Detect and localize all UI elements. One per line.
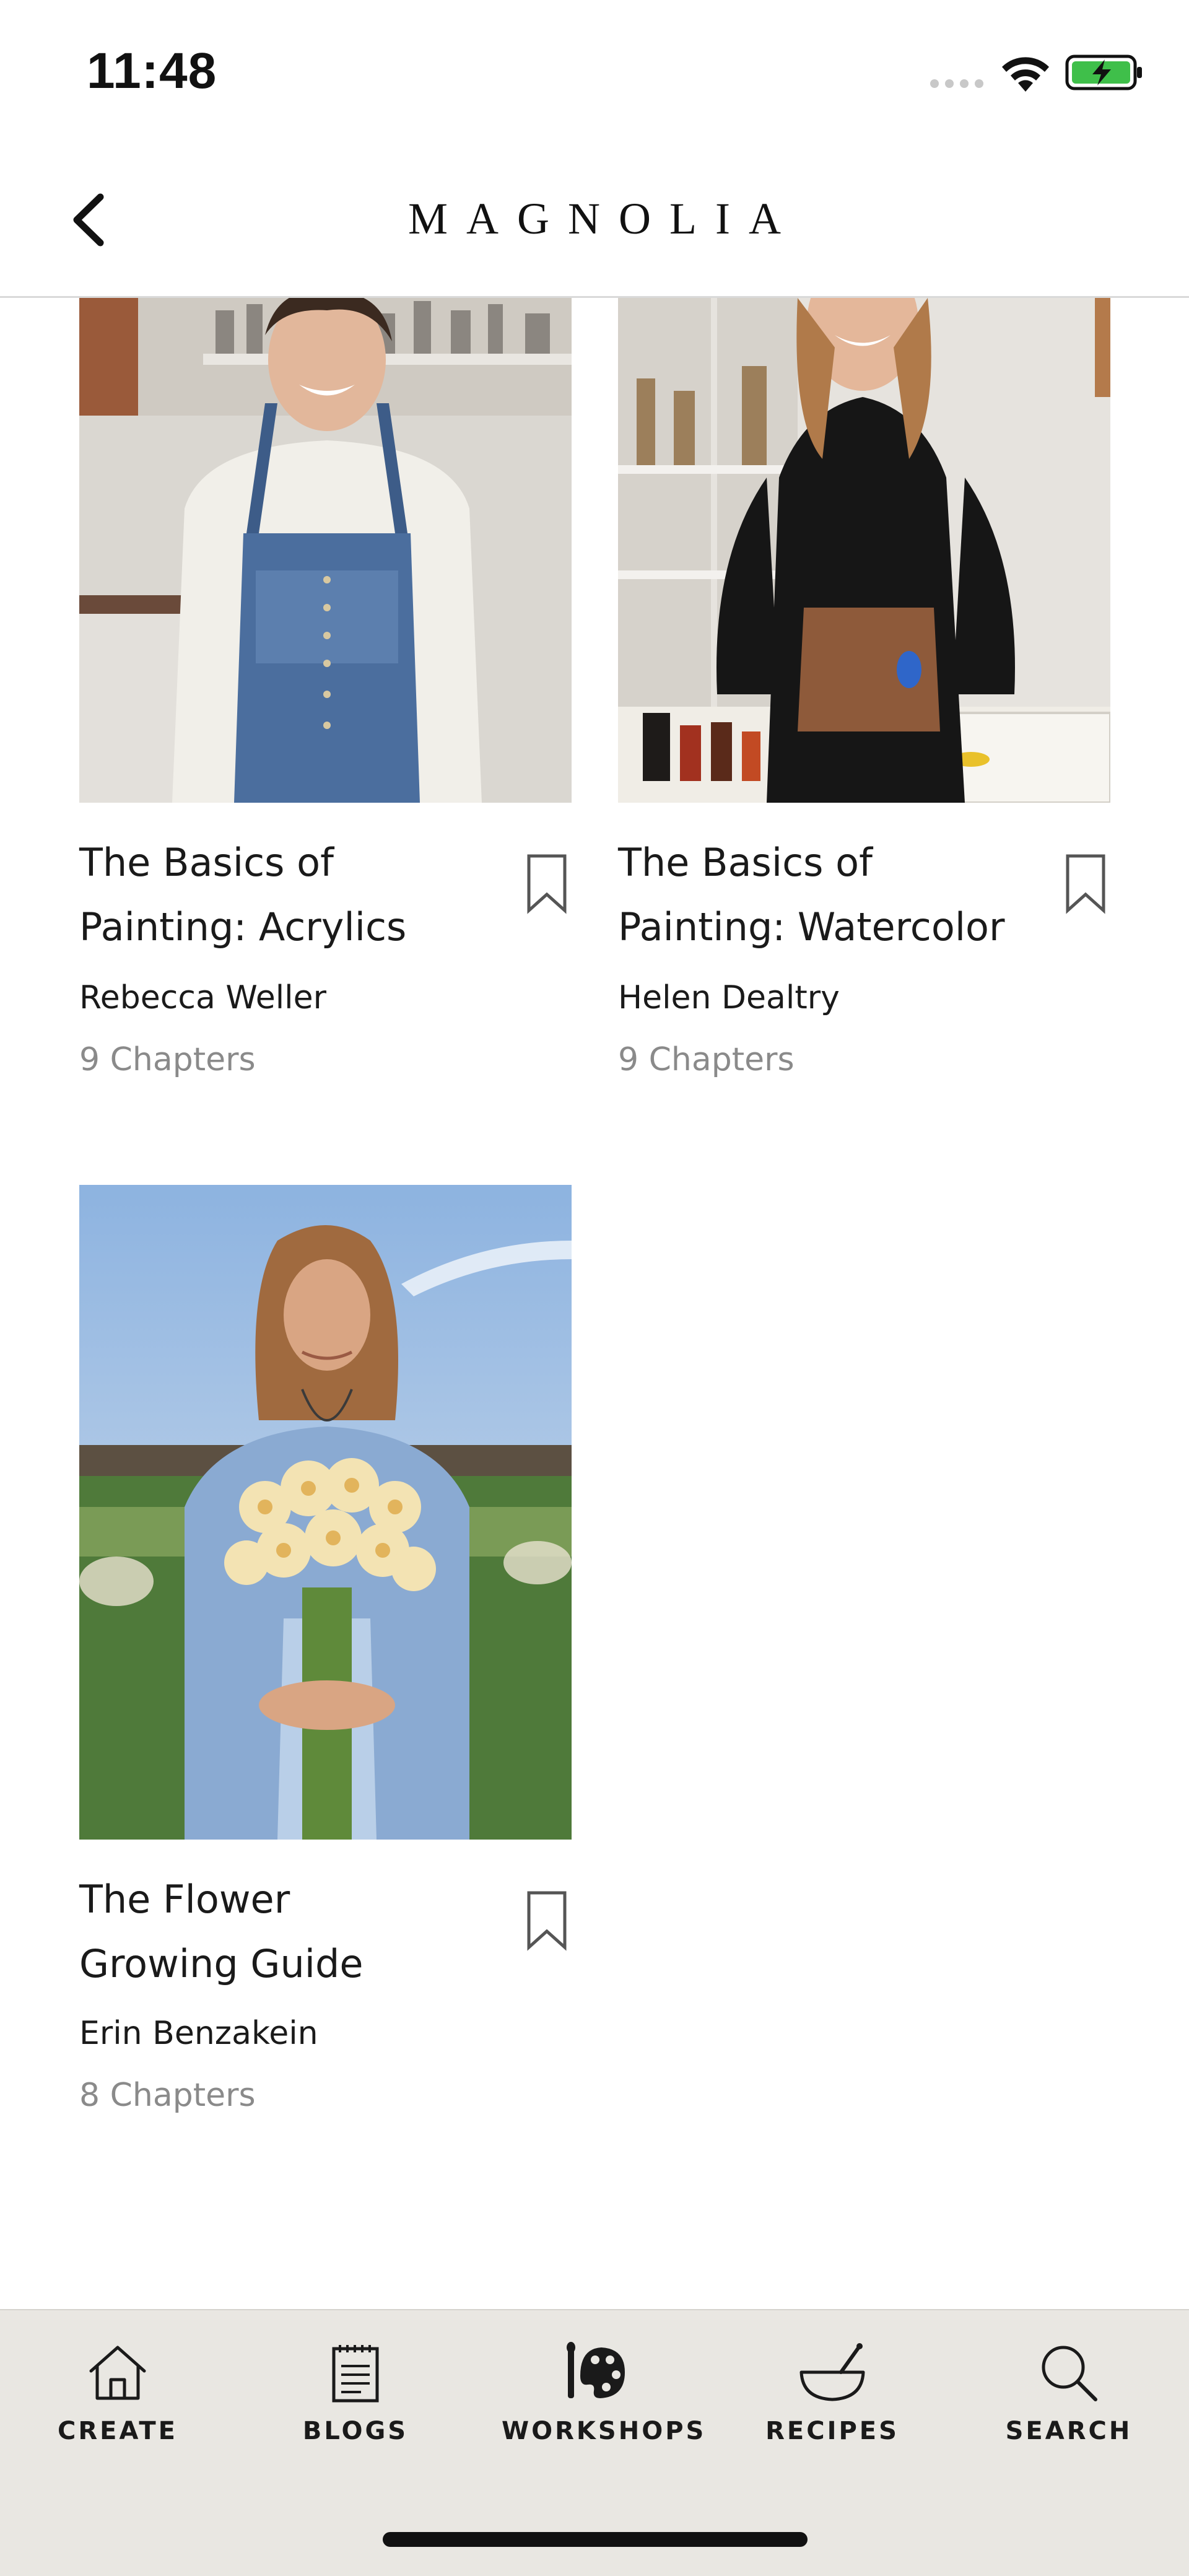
workshop-title[interactable]: The Flower Growing Guide [79,1867,513,1996]
workshop-title[interactable]: The Basics of Painting: Watercolor [618,831,1052,959]
tab-search[interactable]: SEARCH [976,2341,1162,2465]
tab-label: WORKSHOPS [502,2417,707,2445]
bookmark-icon[interactable] [525,852,568,914]
bookmark-icon[interactable] [1064,852,1107,914]
bookmark-icon[interactable] [525,1889,568,1951]
navigation-bar: MAGNOLIA [0,149,1189,298]
workshop-card[interactable]: The Flower Growing Guide Erin Benzakein … [79,1185,572,2139]
workshop-card[interactable]: The Basics of Painting: Acrylics Rebecca… [79,298,572,1103]
brand-title: MAGNOLIA [408,194,799,243]
palette-icon [567,2342,625,2398]
tab-workshops[interactable]: WORKSHOPS [502,2341,707,2465]
battery-charging-icon [1065,55,1142,90]
workshop-image-painter-overalls[interactable] [79,298,572,803]
tab-label: BLOGS [302,2417,409,2445]
workshop-author: Rebecca Weller [79,979,326,1016]
tab-recipes[interactable]: RECIPES [739,2341,925,2465]
notepad-icon [332,2345,379,2403]
cellular-signal-icon [930,79,983,88]
tab-label: RECIPES [765,2417,899,2445]
wifi-icon [1002,57,1049,92]
workshop-image-flower-grower[interactable] [79,1185,572,1840]
workshop-author: Helen Dealtry [618,979,840,1016]
workshop-image-painter-apron[interactable] [618,298,1110,803]
tab-label: SEARCH [1005,2417,1133,2445]
tab-label: CREATE [58,2417,178,2445]
magnifier-icon [1042,2346,1097,2401]
home-indicator[interactable] [383,2532,808,2547]
house-icon [89,2346,146,2400]
workshop-author: Erin Benzakein [79,2015,318,2052]
status-time: 11:48 [87,43,217,99]
tab-blogs[interactable]: BLOGS [263,2341,448,2465]
mortar-pestle-icon [799,2343,865,2401]
workshop-title[interactable]: The Basics of Painting: Acrylics [79,831,513,959]
workshop-chapter-count: 9 Chapters [79,1041,256,1078]
workshop-chapter-count: 8 Chapters [79,2077,256,2114]
tab-create[interactable]: CREATE [25,2341,211,2465]
workshop-card[interactable]: The Basics of Painting: Watercolor Helen… [618,298,1110,1103]
workshop-chapter-count: 9 Chapters [618,1041,795,1078]
status-bar: 11:48 [0,0,1189,149]
